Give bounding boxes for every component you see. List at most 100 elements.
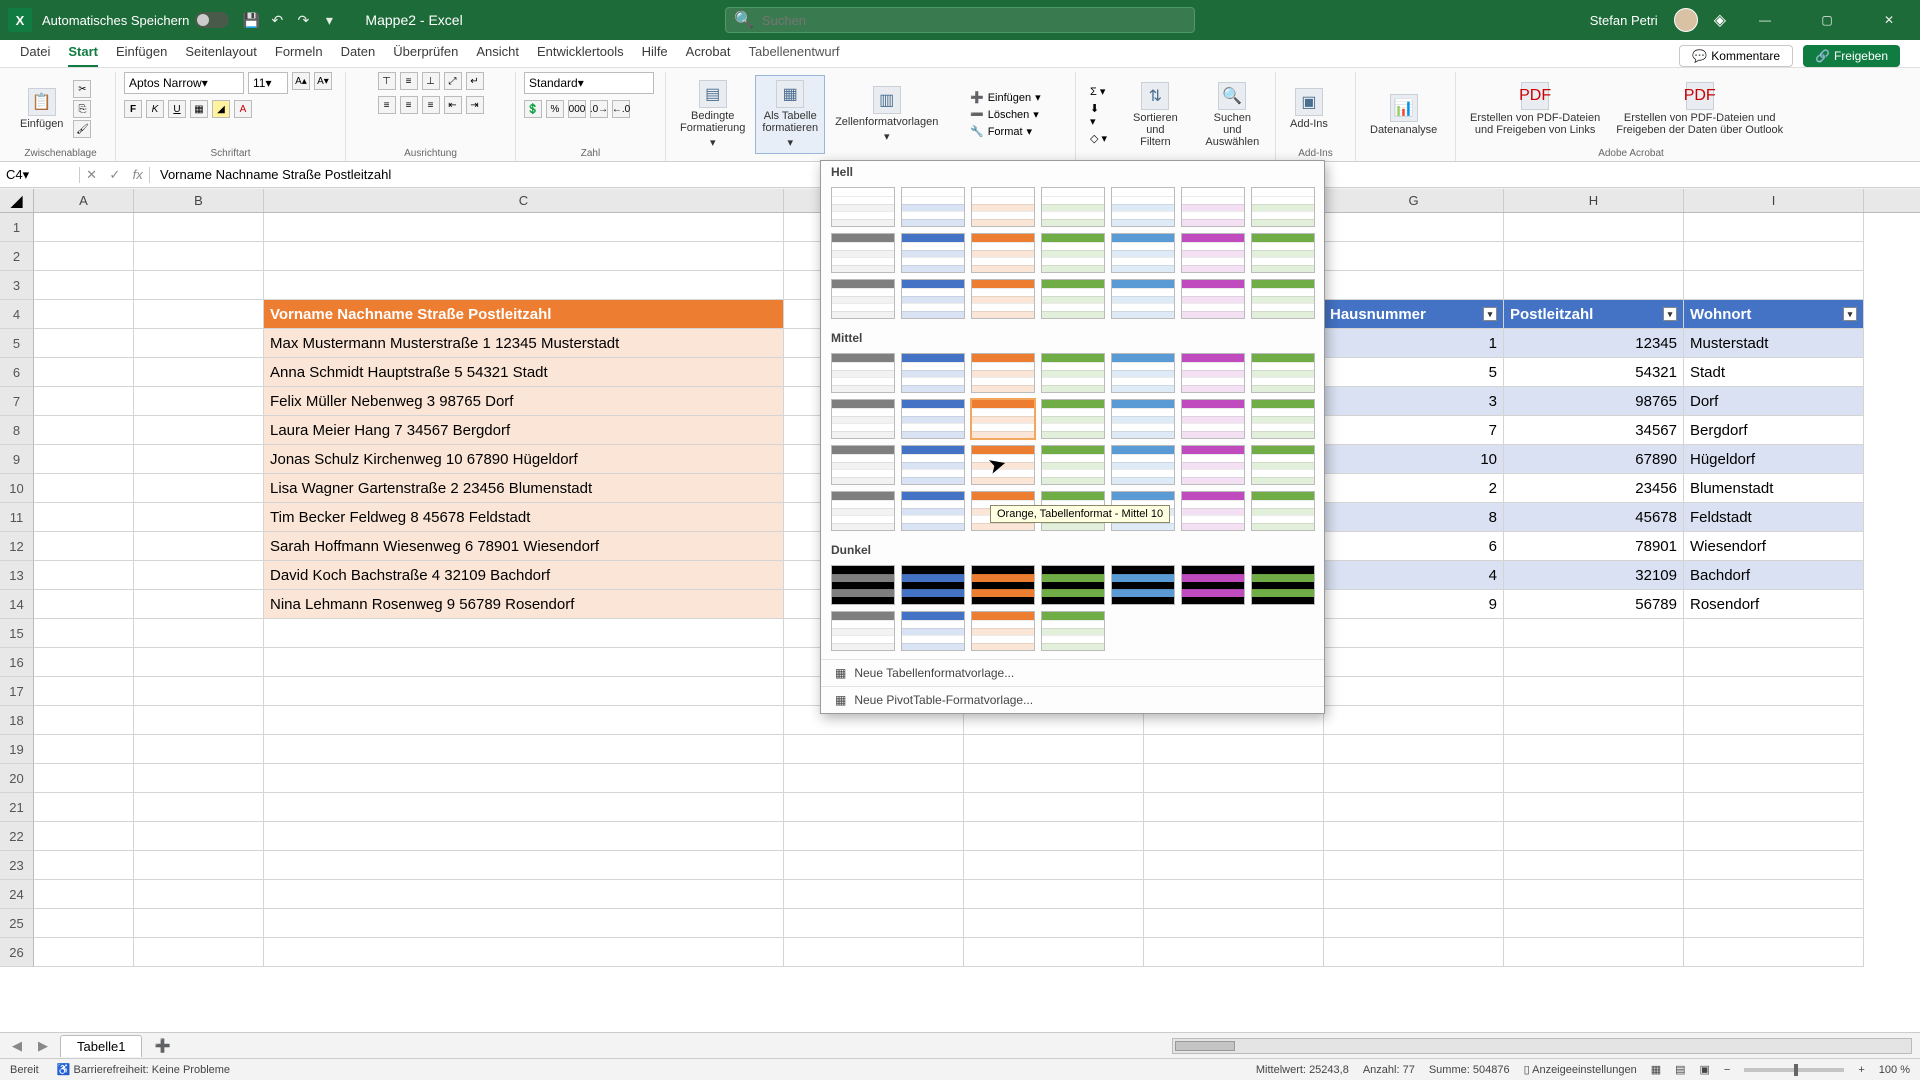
cell[interactable]: Lisa Wagner Gartenstraße 2 23456 Blumens… <box>264 474 784 503</box>
cell-styles-button[interactable]: ▥Zellenformatvorlagen▾ <box>829 82 944 147</box>
cell[interactable]: Bachdorf <box>1684 561 1864 590</box>
cell[interactable] <box>264 213 784 242</box>
cell[interactable] <box>34 648 134 677</box>
cell[interactable] <box>264 242 784 271</box>
row-header[interactable]: 24 <box>0 880 34 909</box>
row-header[interactable]: 11 <box>0 503 34 532</box>
border-button[interactable]: ▦ <box>190 100 208 118</box>
menu-tab-formeln[interactable]: Formeln <box>275 40 323 67</box>
cell[interactable] <box>1684 938 1864 967</box>
diamond-icon[interactable]: ◈ <box>1714 10 1726 30</box>
row-header[interactable]: 1 <box>0 213 34 242</box>
horizontal-scrollbar[interactable] <box>1172 1038 1912 1054</box>
align-center-icon[interactable]: ≡ <box>400 96 418 114</box>
cell[interactable]: Laura Meier Hang 7 34567 Bergdorf <box>264 416 784 445</box>
cell[interactable] <box>784 851 964 880</box>
percent-icon[interactable]: % <box>546 100 564 118</box>
table-style-swatch[interactable] <box>1251 187 1315 227</box>
cell[interactable] <box>134 387 264 416</box>
cell[interactable] <box>1684 851 1864 880</box>
menu-tab-acrobat[interactable]: Acrobat <box>686 40 731 67</box>
copy-icon[interactable]: ⎘ <box>73 100 91 118</box>
cell[interactable] <box>964 764 1144 793</box>
cell[interactable] <box>1684 880 1864 909</box>
cell[interactable] <box>134 474 264 503</box>
cell[interactable] <box>264 851 784 880</box>
table-style-swatch[interactable] <box>1251 399 1315 439</box>
cell[interactable]: Musterstadt <box>1684 329 1864 358</box>
row-header[interactable]: 10 <box>0 474 34 503</box>
table-style-swatch[interactable] <box>831 565 895 605</box>
column-header-B[interactable]: B <box>134 189 264 212</box>
table-style-swatch[interactable] <box>1181 233 1245 273</box>
cell[interactable] <box>1504 213 1684 242</box>
table-style-swatch[interactable] <box>1111 399 1175 439</box>
cell[interactable]: Dorf <box>1684 387 1864 416</box>
cell[interactable] <box>964 822 1144 851</box>
redo-icon[interactable]: ↷ <box>295 12 311 28</box>
search-box[interactable]: 🔍 <box>725 7 1195 33</box>
cell[interactable]: 54321 <box>1504 358 1684 387</box>
cell[interactable] <box>134 561 264 590</box>
cell[interactable] <box>134 445 264 474</box>
cell[interactable] <box>134 532 264 561</box>
table-style-swatch[interactable] <box>1111 279 1175 319</box>
cell[interactable] <box>1144 735 1324 764</box>
cell[interactable] <box>134 938 264 967</box>
cell[interactable] <box>1324 242 1504 271</box>
table-style-swatch[interactable] <box>971 279 1035 319</box>
filter-dropdown-icon[interactable]: ▾ <box>1663 307 1677 321</box>
cell[interactable] <box>264 648 784 677</box>
table-style-swatch[interactable] <box>1041 611 1105 651</box>
table-style-swatch[interactable] <box>901 187 965 227</box>
align-right-icon[interactable]: ≡ <box>422 96 440 114</box>
cell[interactable]: 12345 <box>1504 329 1684 358</box>
cell[interactable] <box>784 938 964 967</box>
number-format-select[interactable]: Standard ▾ <box>524 72 654 94</box>
table-style-swatch[interactable] <box>1041 187 1105 227</box>
menu-tab-tabellenentwurf[interactable]: Tabellenentwurf <box>748 40 839 67</box>
cell[interactable] <box>1144 938 1324 967</box>
cell[interactable] <box>134 909 264 938</box>
cell[interactable] <box>784 822 964 851</box>
cell[interactable]: Wiesendorf <box>1684 532 1864 561</box>
table-style-swatch[interactable] <box>831 491 895 531</box>
cancel-formula-icon[interactable]: ✕ <box>86 167 97 183</box>
cell[interactable] <box>134 590 264 619</box>
table-style-swatch[interactable] <box>901 445 965 485</box>
add-sheet-icon[interactable]: ➕ <box>150 1038 174 1054</box>
cell[interactable] <box>1324 793 1504 822</box>
cell[interactable]: 4 <box>1324 561 1504 590</box>
addins-button[interactable]: ▣Add-Ins <box>1284 84 1334 134</box>
data-analysis-button[interactable]: 📊Datenanalyse <box>1364 90 1443 140</box>
cell[interactable]: 5 <box>1324 358 1504 387</box>
cell[interactable] <box>1684 242 1864 271</box>
cell[interactable]: 67890 <box>1504 445 1684 474</box>
undo-icon[interactable]: ↶ <box>269 12 285 28</box>
cell[interactable] <box>34 358 134 387</box>
cell[interactable] <box>34 300 134 329</box>
cell[interactable] <box>134 735 264 764</box>
table-style-swatch[interactable] <box>901 565 965 605</box>
view-normal-icon[interactable]: ▦ <box>1651 1063 1661 1076</box>
cell[interactable]: 6 <box>1324 532 1504 561</box>
pdf-share-link-button[interactable]: PDFErstellen von PDF-Dateien und Freigeb… <box>1464 78 1606 140</box>
cell[interactable] <box>264 271 784 300</box>
table-style-swatch[interactable] <box>1181 353 1245 393</box>
cell[interactable] <box>264 706 784 735</box>
cell[interactable] <box>1504 822 1684 851</box>
cell[interactable]: David Koch Bachstraße 4 32109 Bachdorf <box>264 561 784 590</box>
table-style-swatch[interactable] <box>1181 187 1245 227</box>
cell[interactable] <box>134 793 264 822</box>
row-header[interactable]: 16 <box>0 648 34 677</box>
menu-tab-seitenlayout[interactable]: Seitenlayout <box>185 40 257 67</box>
cell[interactable] <box>1504 271 1684 300</box>
table-style-swatch[interactable] <box>831 233 895 273</box>
cell[interactable] <box>1684 213 1864 242</box>
cell[interactable] <box>134 822 264 851</box>
cell[interactable]: 78901 <box>1504 532 1684 561</box>
avatar[interactable] <box>1674 8 1698 32</box>
fill-color-button[interactable]: ◢ <box>212 100 230 118</box>
cell[interactable] <box>1144 909 1324 938</box>
cell[interactable] <box>1324 735 1504 764</box>
